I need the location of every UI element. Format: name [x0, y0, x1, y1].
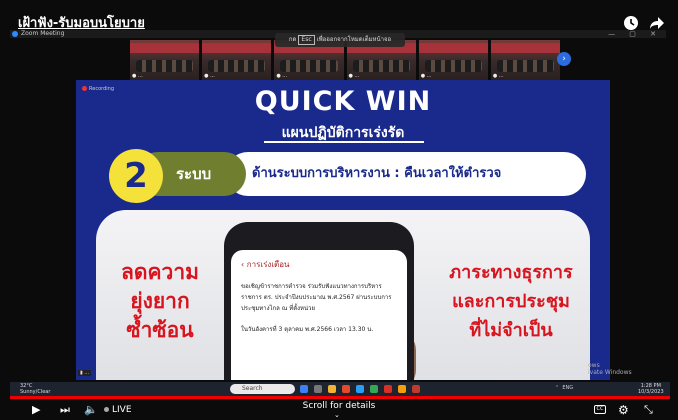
watermark-line: ivate Windows	[588, 369, 632, 376]
right-message: ภาระทางธุรการ และการประชุม ที่ไม่จำเป็น	[422, 258, 600, 345]
zoom-logo-icon	[12, 30, 18, 37]
section-number: 2	[109, 149, 163, 203]
camera-label: ▮ ...	[78, 370, 92, 376]
exit-fullscreen-icon[interactable]: ⤡	[644, 403, 653, 417]
scroll-for-details[interactable]: Scroll for details	[0, 401, 678, 411]
file-explorer-icon[interactable]	[328, 385, 336, 393]
taskbar-clock[interactable]: 1:28 PM 10/3/2023	[638, 383, 664, 395]
phone-back-link: ‹ การเร่งเตือน	[241, 260, 290, 269]
zoom-window-controls: — ▢ ✕	[608, 30, 662, 38]
next-thumbnails-icon[interactable]: ›	[557, 52, 571, 66]
taskbar-apps	[300, 385, 420, 393]
weather-desc: Sunny/Clear	[20, 389, 51, 395]
toast-suffix: เพื่อออกจากโหมดเต็มหน้าจอ	[316, 36, 392, 43]
edge-icon[interactable]	[356, 385, 364, 393]
app-icon[interactable]	[412, 385, 420, 393]
left-message: ลดความ ยุ่งยาก ซ้ำซ้อน	[90, 258, 230, 345]
section-topic: ด้านระบบการบริหารงาน : คืนเวลาให้ตำรวจ	[226, 152, 586, 196]
captions-icon[interactable]: CC	[594, 405, 606, 414]
activate-windows-watermark: ows ivate Windows	[588, 362, 632, 376]
toast-prefix: กด	[288, 36, 297, 43]
app-icon[interactable]	[384, 385, 392, 393]
participant-thumb[interactable]: ● ...	[490, 40, 561, 80]
phone-mockup: ‹ การเร่งเตือน ขอเชิญข้าราชการตำรวจ ร่วม…	[224, 222, 414, 380]
task-view-icon[interactable]	[314, 385, 322, 393]
app-icon[interactable]	[398, 385, 406, 393]
right-line: ภาระทางธุรการ	[449, 262, 573, 283]
left-line: ซ้ำซ้อน	[126, 318, 194, 342]
exit-fullscreen-toast: กด Esc เพื่อออกจากโหมดเต็มหน้าจอ	[275, 33, 405, 47]
windows-taskbar: 32°C Sunny/Clear Search ⌃ ENG 1:28 PM 10…	[10, 382, 670, 396]
right-line: และการประชุม	[452, 291, 570, 312]
watermark-line: ows	[588, 362, 600, 369]
gear-icon[interactable]: ⚙	[618, 403, 629, 417]
slide-title: QUICK WIN	[254, 86, 432, 117]
weather-widget[interactable]: 32°C Sunny/Clear	[20, 383, 50, 395]
left-line: ลดความ	[121, 260, 199, 284]
system-tray[interactable]: ⌃ ENG	[555, 385, 573, 391]
participant-thumb[interactable]: ● ...	[418, 40, 488, 80]
taskbar-search[interactable]: Search	[230, 384, 295, 394]
zoom-app-label: Zoom Meeting	[21, 30, 65, 37]
windows-start-icon[interactable]	[300, 385, 308, 393]
app-icon[interactable]	[342, 385, 350, 393]
participant-thumb[interactable]: ● ...	[202, 40, 272, 80]
left-line: ยุ่งยาก	[130, 289, 190, 313]
subtitle-underline	[264, 141, 424, 143]
phone-screen: ‹ การเร่งเตือน ขอเชิญข้าราชการตำรวจ ร่วม…	[231, 250, 407, 380]
phone-message: ขอเชิญข้าราชการตำรวจ ร่วมรับฟังแนวทางการ…	[241, 283, 392, 312]
clock-date: 10/3/2023	[638, 389, 664, 395]
participant-thumb[interactable]: ● ...	[130, 40, 200, 80]
language-indicator: ENG	[562, 385, 574, 391]
chevron-down-icon[interactable]: ⌄	[334, 411, 340, 419]
player-controls: ▶ ⏭ 🔈 LIVE Scroll for details ⌄ CC ⚙ ⤡	[0, 399, 678, 420]
esc-key: Esc	[298, 35, 315, 45]
right-line: ที่ไม่จำเป็น	[469, 320, 553, 341]
phone-back-label: การเร่งเตือน	[246, 260, 290, 269]
chrome-icon[interactable]	[370, 385, 378, 393]
phone-schedule: ในวันอังคารที่ 3 ตุลาคม พ.ศ.2566 เวลา 13…	[241, 326, 374, 333]
player-root: เฝ้าฟัง-รับมอบนโยบาย Zoom Meeting — ▢ ✕ …	[0, 0, 678, 420]
presentation-slide: Recording QUICK WIN แผนปฏิบัติการเร่งรัด…	[76, 80, 610, 380]
